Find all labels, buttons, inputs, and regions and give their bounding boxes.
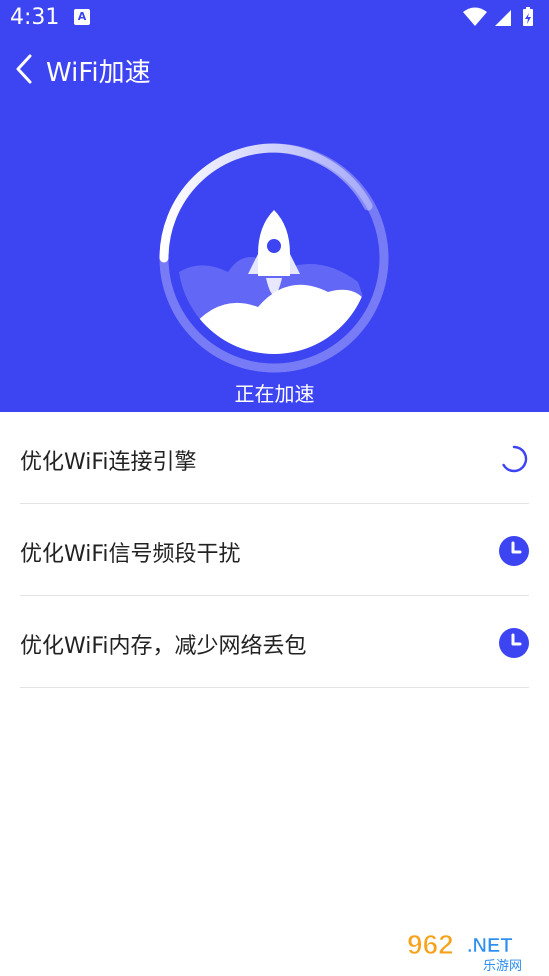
back-button[interactable]	[8, 48, 42, 90]
rocket-illustration	[159, 143, 389, 373]
clock-icon	[499, 628, 529, 658]
svg-text:962: 962	[407, 929, 454, 960]
status-time: 4:31	[10, 5, 60, 30]
watermark-logo: 962 .NET 乐游网	[407, 929, 523, 973]
list-item: 优化WiFi连接引擎	[20, 412, 529, 504]
loading-spinner-icon	[502, 445, 528, 473]
status-icons	[463, 7, 533, 26]
wifi-icon	[463, 7, 487, 26]
list-item: 优化WiFi信号频段干扰	[20, 504, 529, 596]
status-bar: 4:31 A	[0, 0, 549, 36]
notification-icon: A	[74, 9, 90, 25]
acceleration-status: 正在加速	[234, 382, 315, 406]
top-bar: WiFi加速	[0, 44, 549, 94]
task-label: 优化WiFi内存，减少网络丢包	[20, 634, 307, 659]
svg-text:.NET: .NET	[467, 935, 513, 957]
svg-text:乐游网: 乐游网	[483, 959, 522, 972]
task-label: 优化WiFi连接引擎	[20, 450, 197, 475]
list-item: 优化WiFi内存，减少网络丢包	[20, 596, 529, 688]
task-label: 优化WiFi信号频段干扰	[20, 542, 241, 567]
optimization-list: 优化WiFi连接引擎 优化WiFi信号频段干扰 优化WiFi内存，减少网络丢包	[20, 412, 529, 688]
signal-icon	[495, 10, 511, 26]
chevron-left-icon	[16, 54, 32, 84]
clock-icon	[499, 536, 529, 566]
header-hero: 4:31 A WiFi加速 正在加速	[0, 0, 549, 412]
page-title: WiFi加速	[46, 58, 151, 88]
